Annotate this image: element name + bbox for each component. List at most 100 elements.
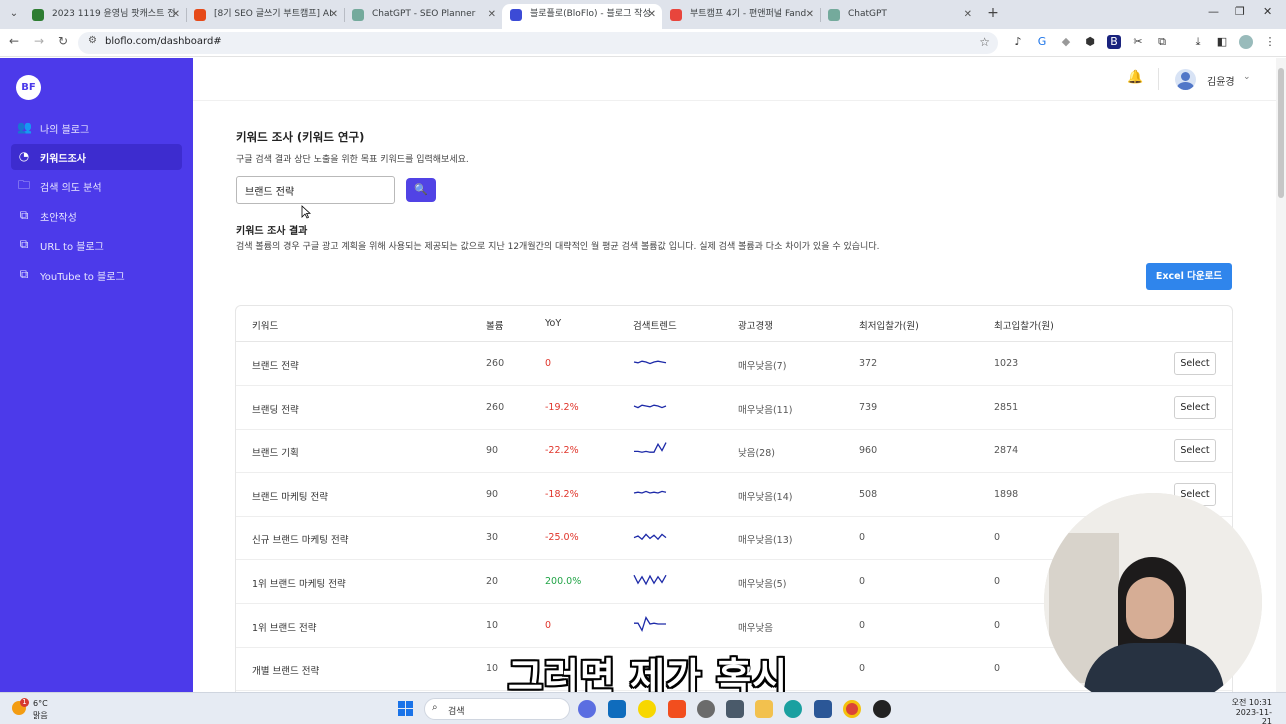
extension-icon[interactable]: ⬢	[1083, 35, 1097, 49]
weather-widget[interactable]: 1 6°C 맑음	[12, 697, 72, 721]
taskbar-clock[interactable]: 오전 10:31 2023-11-21	[1228, 697, 1272, 724]
chat-app-icon[interactable]	[578, 700, 596, 718]
sidebar-item-label: 초안작성	[40, 213, 77, 224]
cell-yoy: 0	[545, 619, 552, 631]
cell-volume: 20	[486, 576, 499, 587]
cell-keyword: 신규 브랜드 마케팅 전략	[252, 535, 349, 547]
weather-description: 맑음	[33, 711, 48, 720]
keyword-input[interactable]	[236, 176, 395, 204]
select-button[interactable]: Select	[1174, 439, 1216, 463]
cell-yoy: -19.2%	[545, 401, 579, 413]
browser-tab-3[interactable]: ChatGPT - SEO Planner ✕	[344, 4, 502, 29]
bootcamp-icon	[194, 9, 206, 21]
bloflo-logo[interactable]: BF	[16, 75, 41, 100]
trend-sparkline	[633, 533, 667, 541]
browser-tab-6[interactable]: ChatGPT ✕	[820, 4, 978, 29]
close-icon[interactable]: ✕	[488, 4, 496, 25]
extension-icon[interactable]: ✂	[1131, 35, 1145, 49]
sidebar-item-url-to-blog[interactable]: ⧉ URL to 블로그	[11, 232, 182, 258]
scrollbar-thumb[interactable]	[1278, 68, 1284, 198]
speaker-icon[interactable]: ♪	[1011, 35, 1025, 49]
trend-sparkline	[633, 574, 667, 586]
browser-tab-2[interactable]: [8기 SEO 글쓰기 부트캠프] AI ✕	[186, 4, 344, 29]
cell-volume: 260	[486, 358, 505, 369]
webcam-presenter-face	[1126, 577, 1174, 639]
tab-search-icon[interactable]: ⌄	[6, 6, 22, 22]
site-info-icon[interactable]: ⚙	[88, 35, 97, 46]
browser-tab-1[interactable]: 2023 1119 윤영님 팟캐스트 전 ✕	[24, 4, 186, 29]
taskbar: 1 6°C 맑음 ⌕ 검색 오전 10:31 2023-11-21	[0, 692, 1286, 724]
close-window-icon[interactable]: ✕	[1263, 5, 1272, 18]
puzzle-icon[interactable]: ⧉	[1155, 35, 1169, 49]
chatgpt-icon	[828, 9, 840, 21]
browser-tab-5[interactable]: 부트캠프 4기 - 편앤퍼널 Fand ✕	[662, 4, 820, 29]
new-tab-button[interactable]: +	[985, 5, 1001, 21]
page-description: 구글 검색 결과 상단 노출을 위한 목표 키워드를 입력해보세요.	[236, 155, 469, 165]
select-button[interactable]: Select	[1174, 352, 1216, 375]
store-app-icon[interactable]	[608, 700, 626, 718]
trend-line	[634, 442, 667, 454]
edge-browser-icon[interactable]	[784, 700, 802, 718]
chevron-down-icon[interactable]: ⌄	[1243, 72, 1251, 82]
cell-volume: 90	[486, 445, 499, 457]
restore-icon[interactable]: ❐	[1235, 5, 1245, 18]
kakaotalk-icon[interactable]	[638, 700, 656, 718]
extension-icon[interactable]: ◆	[1059, 35, 1073, 49]
close-icon[interactable]: ✕	[172, 4, 180, 25]
avatar[interactable]	[1175, 69, 1196, 90]
trend-sparkline	[634, 442, 667, 454]
windows-start-icon[interactable]	[398, 701, 414, 717]
cell-min-bid: 0	[859, 619, 866, 631]
select-button[interactable]: Select	[1174, 395, 1216, 419]
profile-avatar-icon[interactable]	[1239, 35, 1253, 49]
trend-sparkline	[633, 404, 667, 408]
sidebar-item-draft[interactable]: ⧉ 초안작성	[11, 203, 182, 229]
calculator-icon[interactable]	[726, 700, 744, 718]
address-bar[interactable]: ⚙ bloflo.com/dashboard# ☆	[78, 32, 998, 54]
cell-max-bid: 0	[994, 663, 1001, 675]
page-scrollbar[interactable]	[1276, 58, 1286, 692]
close-icon[interactable]: ✕	[964, 4, 972, 25]
file-explorer-icon[interactable]	[755, 700, 773, 718]
table-header: 키워드 볼륨 YoY 검색트렌드 광고경쟁 최저입찰가(원) 최고입찰가(원)	[236, 306, 1232, 342]
cell-volume: 260	[486, 401, 505, 413]
bloflo-icon	[510, 9, 522, 21]
user-name[interactable]: 김윤경	[1207, 73, 1235, 88]
tab-label: 블로플로(BloFlo) - 블로그 작성	[530, 9, 651, 19]
menu-dots-icon[interactable]: ⋮	[1263, 35, 1277, 49]
cell-volume: 90	[486, 488, 499, 500]
column-header-yoy: YoY	[545, 318, 562, 329]
cell-volume: 30	[486, 532, 499, 544]
close-icon[interactable]: ✕	[806, 4, 814, 25]
download-icon[interactable]: ⤓	[1191, 35, 1205, 49]
sidebar-item-my-blog[interactable]: 👥 나의 블로그	[11, 115, 182, 141]
close-icon[interactable]: ✕	[648, 4, 656, 25]
translate-icon[interactable]: G	[1035, 35, 1049, 49]
settings-gear-icon[interactable]	[697, 700, 715, 718]
cell-keyword: 브랜딩 전략	[252, 404, 299, 416]
sidebar-item-keyword-research[interactable]: ◔ 키워드조사	[11, 144, 182, 170]
close-icon[interactable]: ✕	[330, 4, 338, 25]
extension-icon[interactable]: B	[1107, 35, 1121, 49]
excel-download-button[interactable]: Excel 다운로드	[1146, 263, 1232, 290]
recorder-app-icon[interactable]	[873, 700, 891, 718]
minimize-icon[interactable]: —	[1208, 5, 1219, 18]
search-button[interactable]: 🔍	[406, 178, 436, 202]
bell-icon[interactable]: 🔔	[1127, 70, 1143, 85]
back-icon[interactable]: ←	[6, 34, 22, 48]
notepad-icon[interactable]	[814, 700, 832, 718]
cell-volume: 10	[486, 619, 499, 631]
taskbar-search[interactable]: ⌕ 검색	[424, 698, 570, 720]
bookmark-star-icon[interactable]: ☆	[979, 35, 990, 49]
sidebar-item-search-intent[interactable]: 🗀 검색 의도 분석	[11, 173, 182, 199]
chrome-icon[interactable]	[843, 700, 861, 718]
sidebar-item-youtube-to-blog[interactable]: ⧉ YouTube to 블로그	[11, 262, 182, 288]
browser-tabstrip: ⌄ 2023 1119 윤영님 팟캐스트 전 ✕ [8기 SEO 글쓰기 부트캠…	[0, 0, 1286, 29]
url-text: bloflo.com/dashboard#	[105, 36, 222, 47]
cell-max-bid: 0	[994, 619, 1001, 631]
sidepanel-icon[interactable]: ◧	[1215, 35, 1229, 49]
figma-icon[interactable]	[668, 700, 686, 718]
reload-icon[interactable]: ↻	[55, 34, 71, 48]
forward-icon[interactable]: →	[31, 34, 47, 48]
browser-tab-4-active[interactable]: 블로플로(BloFlo) - 블로그 작성 ✕	[502, 4, 662, 29]
